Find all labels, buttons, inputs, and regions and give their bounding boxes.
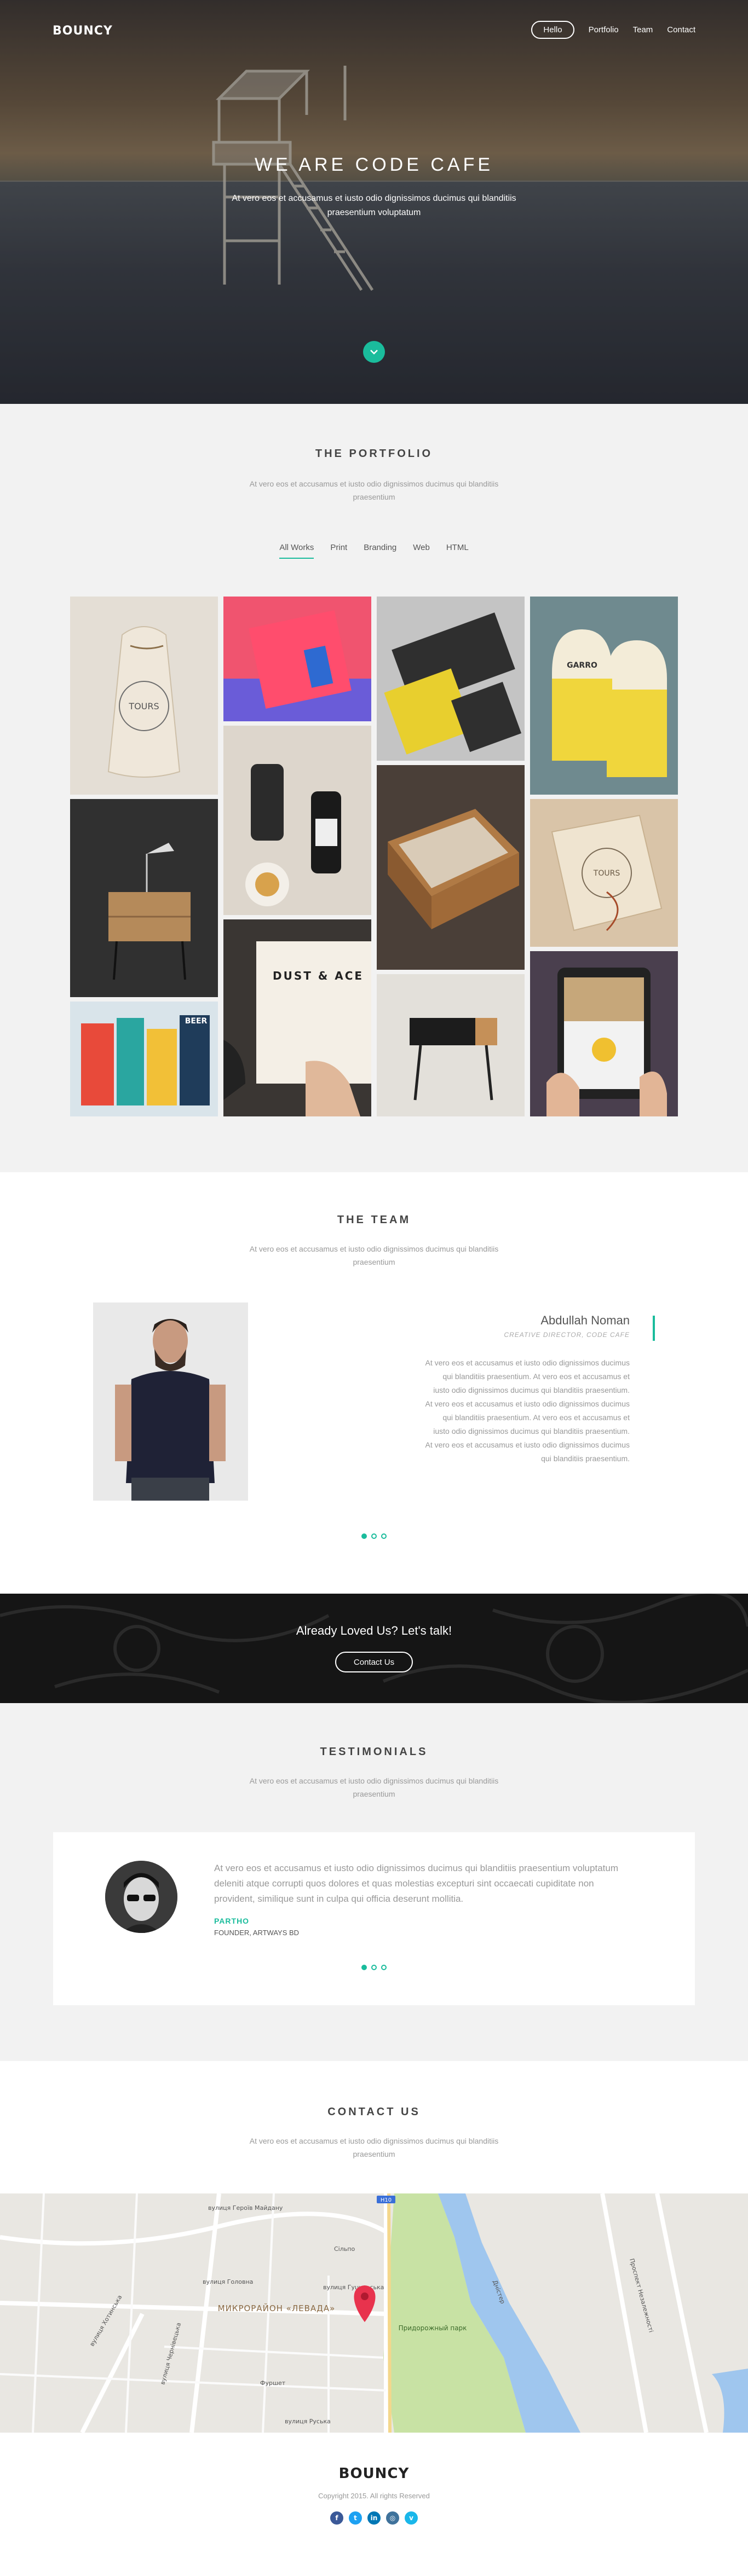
map-district-label: МИКРОРАЙОН «ЛЕВАДА» bbox=[218, 2303, 336, 2313]
tote-bag-text: TOURS bbox=[128, 701, 159, 711]
colorful-boxes-image: BEER bbox=[81, 1015, 210, 1105]
paper-wrap-text: TOURS bbox=[593, 869, 620, 878]
portfolio-item[interactable] bbox=[530, 951, 678, 1116]
wood-stool-image bbox=[410, 1018, 497, 1101]
team-member-photo bbox=[93, 1303, 248, 1501]
filter-print[interactable]: Print bbox=[330, 543, 347, 559]
nightstand-image bbox=[70, 799, 218, 997]
portfolio-item[interactable]: TOURS bbox=[530, 799, 678, 947]
linkedin-icon[interactable]: in bbox=[367, 2511, 381, 2525]
facebook-icon[interactable]: f bbox=[330, 2511, 343, 2525]
scroll-down-button[interactable] bbox=[363, 341, 385, 363]
portfolio-item[interactable]: DUST & ACE bbox=[223, 919, 371, 1116]
testimonial-author: PARTHO bbox=[214, 1917, 250, 1925]
portfolio-item[interactable] bbox=[223, 726, 371, 915]
member-accent-bar bbox=[653, 1316, 655, 1341]
nav-item-contact[interactable]: Contact bbox=[667, 21, 695, 38]
instagram-icon[interactable]: ◎ bbox=[386, 2511, 399, 2525]
portfolio-item[interactable] bbox=[377, 765, 525, 970]
contact-title: CONTACT US bbox=[327, 2106, 421, 2118]
filter-all-works[interactable]: All Works bbox=[279, 543, 314, 559]
paper-wrap-image: TOURS bbox=[551, 814, 663, 931]
portfolio-item[interactable] bbox=[70, 799, 218, 997]
hero-subtitle: At vero eos et accusamus et iusto odio d… bbox=[232, 194, 516, 217]
location-map[interactable]: МИКРОРАЙОН «ЛЕВАДА» Придорожный парк Сіл… bbox=[0, 2193, 748, 2433]
carousel-dot[interactable] bbox=[371, 1533, 377, 1539]
cta-background-pattern bbox=[0, 1594, 748, 1703]
slippers-text: GARRO bbox=[567, 661, 597, 670]
nav-item-hello[interactable]: Hello bbox=[531, 21, 574, 39]
dust-book-image: DUST & ACE bbox=[223, 941, 371, 1116]
portfolio-subtitle: At vero eos et accusamus et iusto odio d… bbox=[249, 479, 499, 501]
nav-item-team[interactable]: Team bbox=[633, 21, 653, 38]
dust-book-text: DUST & ACE bbox=[273, 969, 364, 982]
dark-packaging-image bbox=[384, 612, 522, 755]
social-links: f t in ◎ v bbox=[0, 2511, 748, 2525]
testimonial-quote: At vero eos et accusamus et iusto odio d… bbox=[214, 1863, 618, 1904]
vimeo-icon[interactable]: v bbox=[405, 2511, 418, 2525]
carousel-dot[interactable] bbox=[361, 1533, 367, 1539]
portfolio-filters: All Works Print Branding Web HTML bbox=[0, 543, 748, 559]
twitter-icon[interactable]: t bbox=[349, 2511, 362, 2525]
pink-book-image bbox=[223, 610, 371, 721]
map-road-badge: Н10 bbox=[381, 2197, 392, 2203]
hero-section: BOUNCY Hello Portfolio Team Contact WE A… bbox=[0, 0, 748, 404]
filter-html[interactable]: HTML bbox=[446, 543, 469, 559]
footer-logo[interactable]: BOUNCY bbox=[0, 2465, 748, 2482]
portfolio-item[interactable]: TOURS bbox=[70, 597, 218, 795]
carousel-dot[interactable] bbox=[371, 1965, 377, 1970]
team-subtitle: At vero eos et accusamus et iusto odio d… bbox=[249, 1244, 499, 1266]
footer: BOUNCY Copyright 2015. All rights Reserv… bbox=[0, 2433, 748, 2576]
tablet-app-image bbox=[546, 968, 667, 1116]
cta-title: Already Loved Us? Let's talk! bbox=[296, 1624, 452, 1637]
carousel-dot[interactable] bbox=[381, 1965, 387, 1970]
tote-bag-image: TOURS bbox=[107, 626, 181, 778]
map-label: Фуршет bbox=[260, 2380, 286, 2387]
map-canvas: МИКРОРАЙОН «ЛЕВАДА» Придорожный парк Сіл… bbox=[0, 2193, 748, 2433]
filter-web[interactable]: Web bbox=[413, 543, 430, 559]
member-bio: At vero eos et accusamus et iusto odio d… bbox=[425, 1358, 630, 1463]
wood-box-image bbox=[388, 809, 519, 929]
contact-subtitle: At vero eos et accusamus et iusto odio d… bbox=[249, 2137, 499, 2158]
portfolio-item[interactable]: BEER bbox=[70, 1002, 218, 1116]
testimonial-avatar bbox=[105, 1861, 177, 1933]
cta-section: Already Loved Us? Let's talk! Contact Us bbox=[0, 1594, 748, 1703]
map-label: Сільпо bbox=[334, 2245, 355, 2253]
team-section: THE TEAM At vero eos et accusamus et ius… bbox=[0, 1172, 748, 1594]
map-label: вулиця Героїв Майдану bbox=[208, 2204, 283, 2212]
map-label: вулиця Гуцульська bbox=[323, 2284, 384, 2291]
boxes-text: BEER bbox=[185, 1017, 208, 1026]
member-role: CREATIVE DIRECTOR, CODE CAFE bbox=[504, 1331, 630, 1339]
map-label: вулиця Головна bbox=[203, 2278, 253, 2285]
nav-item-portfolio[interactable]: Portfolio bbox=[589, 21, 619, 38]
map-label: вулиця Руська bbox=[285, 2418, 331, 2425]
carousel-dot[interactable] bbox=[361, 1965, 367, 1970]
yellow-slippers-image: GARRO bbox=[552, 629, 667, 777]
testimonials-title: TESTIMONIALS bbox=[320, 1746, 428, 1758]
carousel-dot[interactable] bbox=[381, 1533, 387, 1539]
testimonial-author-role: FOUNDER, ARTWAYS BD bbox=[214, 1929, 300, 1937]
brand-logo[interactable]: BOUNCY bbox=[53, 24, 113, 38]
portfolio-item[interactable] bbox=[223, 597, 371, 721]
portfolio-item[interactable] bbox=[377, 597, 525, 761]
contact-us-button[interactable]: Contact Us bbox=[335, 1652, 413, 1672]
portfolio-item[interactable] bbox=[377, 974, 525, 1116]
member-name: Abdullah Noman bbox=[540, 1313, 630, 1327]
filter-branding[interactable]: Branding bbox=[364, 543, 396, 559]
main-nav: Hello Portfolio Team Contact bbox=[531, 21, 695, 39]
footer-copyright: Copyright 2015. All rights Reserved bbox=[318, 2492, 430, 2500]
chevron-down-icon bbox=[370, 350, 378, 355]
page: BOUNCY Hello Portfolio Team Contact WE A… bbox=[0, 0, 748, 2576]
map-park-label: Придорожный парк bbox=[399, 2324, 467, 2332]
team-carousel-dots bbox=[0, 1533, 748, 1539]
bottles-image bbox=[245, 764, 341, 906]
hero-title: WE ARE CODE CAFE bbox=[254, 154, 494, 175]
portfolio-item[interactable]: GARRO bbox=[530, 597, 678, 795]
testimonial-carousel-dots bbox=[53, 1965, 695, 1970]
testimonial-card: At vero eos et accusamus et iusto odio d… bbox=[53, 1832, 695, 2005]
portfolio-title: THE PORTFOLIO bbox=[315, 448, 433, 460]
team-title: THE TEAM bbox=[337, 1214, 411, 1226]
testimonials-subtitle: At vero eos et accusamus et iusto odio d… bbox=[249, 1776, 499, 1798]
contact-section: CONTACT US At vero eos et accusamus et i… bbox=[0, 2061, 748, 2195]
